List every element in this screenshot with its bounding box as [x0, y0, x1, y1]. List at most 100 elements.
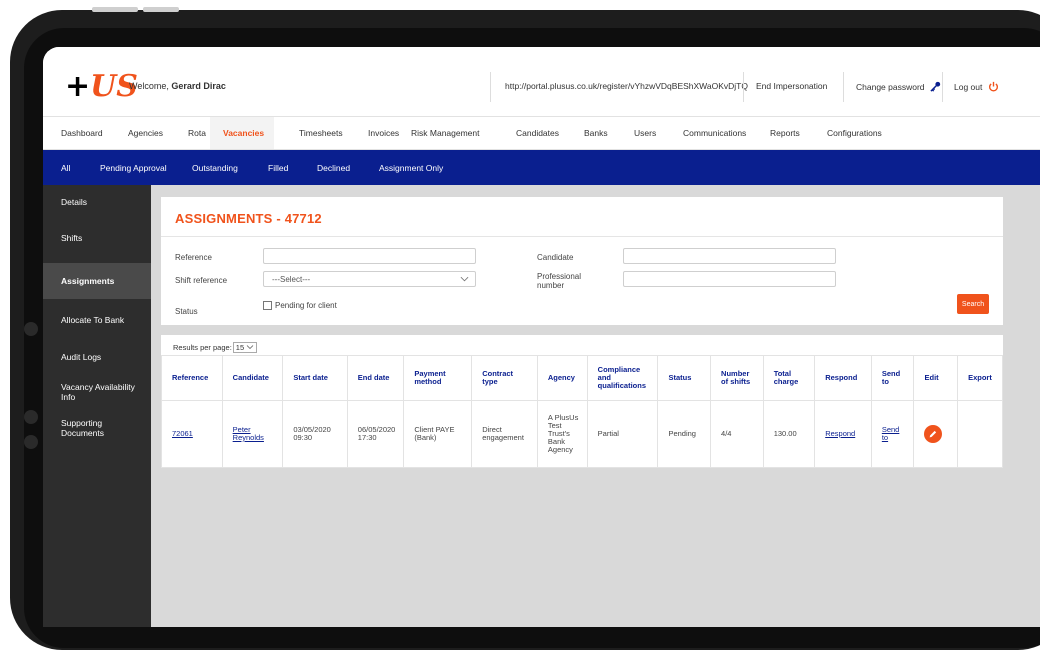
page-title: ASSIGNMENTS - 47712	[175, 211, 322, 226]
agency-cell: A PlusUs Test Trust's Bank Agency	[536, 400, 588, 468]
end-impersonation-link[interactable]: End Impersonation	[756, 81, 827, 91]
compliance-cell: Partial	[586, 400, 659, 468]
shifts-cell: 4/4	[710, 400, 764, 468]
column-header[interactable]: Payment method	[403, 355, 473, 401]
column-header[interactable]: Respond	[814, 355, 872, 401]
status-label: Status	[175, 307, 198, 316]
export-cell	[957, 400, 1003, 468]
device-sensor	[24, 322, 38, 336]
assignments-results-panel: Results per page: 15 Reference Candidate …	[161, 335, 1003, 468]
nav-users[interactable]: Users	[634, 128, 656, 138]
nav-risk-management[interactable]: Risk Management	[411, 128, 480, 138]
sidebar-item-vacancy-availability[interactable]: Vacancy Availability Info	[43, 382, 151, 402]
contract-type-cell: Direct engagement	[471, 400, 538, 468]
key-icon	[930, 81, 941, 94]
column-header[interactable]: Compliance and qualifications	[586, 355, 659, 401]
vacancy-filter-nav: All Pending Approval Outstanding Filled …	[43, 150, 1040, 185]
candidate-label: Candidate	[537, 253, 574, 262]
change-password-link[interactable]: Change password	[856, 81, 941, 94]
app-screen: +US Welcome, Gerard Dirac http://portal.…	[43, 47, 1040, 627]
professional-number-input[interactable]	[623, 271, 836, 287]
divider	[942, 72, 943, 102]
device-button	[92, 7, 138, 12]
column-header[interactable]: End date	[346, 355, 405, 401]
nav-timesheets[interactable]: Timesheets	[299, 128, 343, 138]
column-header[interactable]: Agency	[536, 355, 588, 401]
results-per-page: Results per page: 15	[173, 342, 258, 353]
edit-button[interactable]	[924, 425, 943, 443]
content-area: ASSIGNMENTS - 47712 Reference Shift refe…	[151, 185, 1040, 627]
column-header[interactable]: Send to	[870, 355, 915, 401]
column-header[interactable]: Contract type	[471, 355, 538, 401]
send-to-link[interactable]: Send to	[882, 425, 900, 442]
sidebar-item-audit-logs[interactable]: Audit Logs	[43, 352, 151, 362]
nav-banks[interactable]: Banks	[584, 128, 608, 138]
nav-agencies[interactable]: Agencies	[128, 128, 163, 138]
sidebar-item-details[interactable]: Details	[43, 197, 151, 207]
start-date-cell: 03/05/2020 09:30	[282, 400, 348, 468]
sidebar-item-supporting-documents[interactable]: Supporting Documents	[43, 418, 151, 438]
assignments-table: Reference Candidate Start date End date …	[161, 355, 1003, 468]
subnav-declined[interactable]: Declined	[317, 163, 350, 173]
end-date-cell: 06/05/2020 17:30	[346, 400, 405, 468]
sidebar-item-assignments[interactable]: Assignments	[43, 263, 151, 299]
chevron-down-icon	[246, 345, 254, 350]
user-name: Gerard Dirac	[171, 81, 226, 91]
respond-link[interactable]: Respond	[825, 429, 855, 438]
status-cell: Pending	[657, 400, 712, 468]
column-header[interactable]: Number of shifts	[710, 355, 764, 401]
subnav-all[interactable]: All	[61, 163, 70, 173]
reference-label: Reference	[175, 253, 212, 262]
nav-communications[interactable]: Communications	[683, 128, 746, 138]
sidebar-item-allocate-to-bank[interactable]: Allocate To Bank	[43, 315, 151, 325]
plusus-logo[interactable]: +US	[65, 69, 138, 104]
column-header[interactable]: Total charge	[762, 355, 816, 401]
table-row: 72061 Peter Reynolds 03/05/2020 09:30 06…	[161, 400, 1003, 468]
nav-dashboard[interactable]: Dashboard	[61, 128, 103, 138]
shift-reference-label: Shift reference	[175, 276, 228, 285]
device-sensor	[24, 435, 38, 449]
device-button	[143, 7, 179, 12]
shift-reference-select[interactable]: ---Select---	[263, 271, 476, 287]
main-nav: Dashboard Agencies Rota Vacancies Timesh…	[43, 117, 1040, 150]
top-bar: +US Welcome, Gerard Dirac http://portal.…	[43, 47, 1040, 117]
nav-vacancies[interactable]: Vacancies	[223, 128, 264, 138]
subnav-pending-approval[interactable]: Pending Approval	[100, 163, 167, 173]
column-header[interactable]: Candidate	[221, 355, 284, 401]
divider	[161, 236, 1003, 237]
nav-candidates[interactable]: Candidates	[516, 128, 559, 138]
divider	[490, 72, 491, 102]
device-sensor	[24, 410, 38, 424]
logout-link[interactable]: Log out	[954, 81, 999, 94]
candidate-link[interactable]: Peter Reynolds	[233, 425, 264, 442]
column-header[interactable]: Start date	[282, 355, 348, 401]
results-per-page-select[interactable]: 15	[232, 342, 258, 353]
reference-input[interactable]	[263, 248, 476, 264]
register-url[interactable]: http://portal.plusus.co.uk/register/vYhz…	[505, 81, 748, 91]
chevron-down-icon	[460, 275, 469, 285]
nav-reports[interactable]: Reports	[770, 128, 800, 138]
divider	[743, 72, 744, 102]
total-charge-cell: 130.00	[762, 400, 816, 468]
candidate-input[interactable]	[623, 248, 836, 264]
divider	[843, 72, 844, 102]
sidebar-item-shifts[interactable]: Shifts	[43, 233, 151, 243]
welcome-text: Welcome, Gerard Dirac	[129, 81, 226, 91]
subnav-filled[interactable]: Filled	[268, 163, 288, 173]
search-button[interactable]: Search	[957, 294, 989, 314]
pending-for-client-label: Pending for client	[275, 301, 337, 310]
nav-invoices[interactable]: Invoices	[368, 128, 399, 138]
professional-number-label: Professional number	[537, 272, 582, 290]
pending-for-client-checkbox[interactable]	[263, 301, 272, 310]
subnav-assignment-only[interactable]: Assignment Only	[379, 163, 443, 173]
subnav-outstanding[interactable]: Outstanding	[192, 163, 238, 173]
nav-configurations[interactable]: Configurations	[827, 128, 882, 138]
column-header[interactable]: Export	[957, 355, 1003, 401]
nav-rota[interactable]: Rota	[188, 128, 206, 138]
reference-link[interactable]: 72061	[172, 429, 193, 438]
sidebar: Details Shifts Assignments Allocate To B…	[43, 185, 151, 627]
column-header[interactable]: Reference	[161, 355, 223, 401]
power-icon	[988, 81, 999, 94]
column-header[interactable]: Edit	[913, 355, 959, 401]
column-header[interactable]: Status	[657, 355, 712, 401]
